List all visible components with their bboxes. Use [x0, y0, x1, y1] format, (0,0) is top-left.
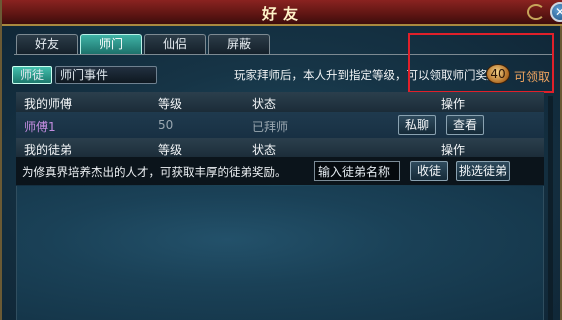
master-level: 50 [158, 118, 174, 132]
highlight-box [408, 33, 554, 93]
scrollbar[interactable] [548, 96, 553, 320]
accept-apprentice-button[interactable]: 收徒 [410, 161, 448, 181]
header-level: 等级 [158, 97, 183, 111]
masters-header: 我的师傅 等级 状态 操作 [16, 92, 544, 112]
master-name: 师傅1 [24, 120, 56, 134]
header-actions: 操作 [441, 143, 466, 157]
friends-window: 好友 ✕ 好友 师门 仙侣 屏蔽 师徒 师门事件 玩家拜师后，本人升到指定等级，… [0, 0, 562, 320]
ornament-icon [527, 4, 545, 20]
master-status: 已拜师 [252, 120, 289, 134]
header-level: 等级 [158, 143, 183, 157]
sub-tabs: 师徒 师门事件 [12, 66, 157, 84]
header-status: 状态 [252, 143, 277, 157]
header-my-master: 我的师傅 [24, 97, 73, 111]
main-tabs: 好友 师门 仙侣 屏蔽 [16, 34, 270, 56]
tab-friends[interactable]: 好友 [16, 34, 78, 54]
header-my-apprentice: 我的徒弟 [24, 143, 73, 157]
close-icon: ✕ [554, 5, 562, 19]
view-button[interactable]: 查看 [446, 115, 484, 135]
apprentices-header: 我的徒弟 等级 状态 操作 [16, 138, 544, 158]
header-status: 状态 [252, 97, 277, 111]
tab-blocked[interactable]: 屏蔽 [208, 34, 270, 54]
header-actions: 操作 [441, 97, 466, 111]
pick-apprentice-button[interactable]: 挑选徒弟 [456, 161, 510, 181]
title-bar[interactable]: 好友 ✕ [2, 0, 562, 26]
window-title: 好友 [261, 5, 304, 23]
apprentice-hint: 为修真界培养杰出的人才，可获取丰厚的徒弟奖励。 [22, 165, 287, 179]
apprentice-recruit-row: 为修真界培养杰出的人才，可获取丰厚的徒弟奖励。 收徒 挑选徒弟 [16, 157, 544, 185]
subtab-master-apprentice[interactable]: 师徒 [12, 66, 52, 84]
subtab-sect-events[interactable]: 师门事件 [55, 66, 157, 84]
table-row[interactable]: 师傅1 50 已拜师 私聊 查看 [16, 112, 544, 138]
apprentice-name-input[interactable] [314, 161, 400, 181]
tab-sect[interactable]: 师门 [80, 34, 142, 55]
private-chat-button[interactable]: 私聊 [398, 115, 436, 135]
apprentice-list-area [16, 186, 544, 320]
tab-partner[interactable]: 仙侣 [144, 34, 206, 54]
